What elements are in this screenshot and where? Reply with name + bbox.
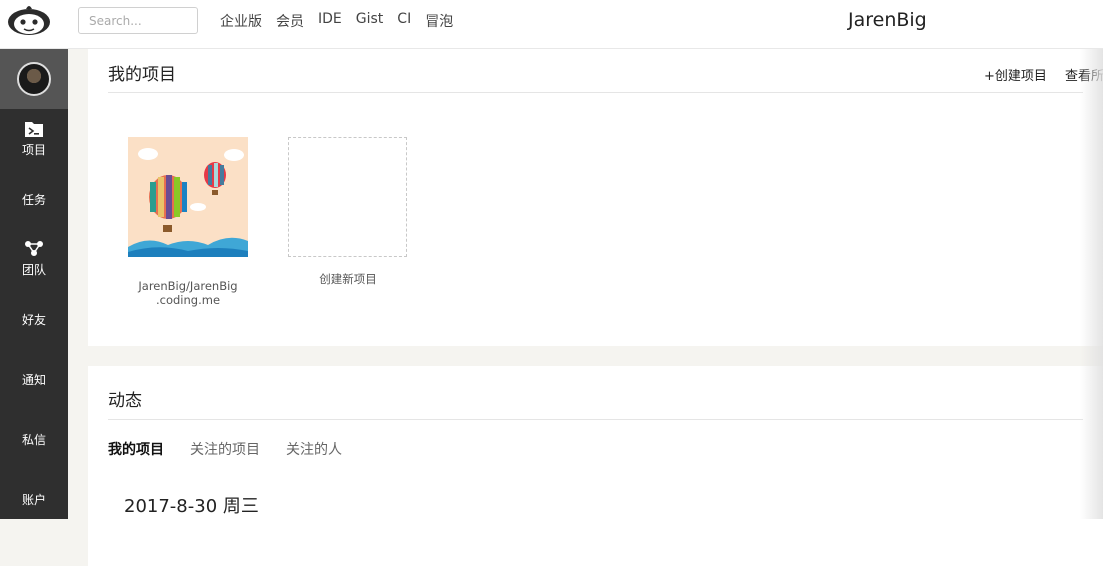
- nav-member-link[interactable]: 会员: [276, 11, 304, 31]
- project-name-line: JarenBig/JarenBig: [138, 279, 238, 293]
- sidebar-item-projects[interactable]: 项目: [0, 109, 68, 169]
- project-list: JarenBig/JarenBig .coding.me 创建新项目: [108, 93, 1083, 345]
- sidebar-item-label: 私信: [21, 432, 46, 447]
- sidebar-item-friends[interactable]: 好友: [0, 289, 68, 349]
- right-edge-shadow: [1080, 49, 1103, 519]
- sidebar-item-label: 好友: [21, 312, 46, 327]
- sidebar-item-account[interactable]: 账户: [0, 469, 68, 529]
- nav-bubble-link[interactable]: 冒泡: [425, 11, 453, 31]
- top-nav: 企业版 会员 IDE Gist CI 冒泡: [220, 11, 467, 31]
- nav-ide-link[interactable]: IDE: [318, 11, 342, 31]
- panel-header: 动态: [108, 366, 1083, 420]
- username-label[interactable]: JarenBig: [848, 9, 927, 31]
- sidebar: 项目 任务 团队 好友 通知 私信 账户: [0, 49, 68, 519]
- sidebar-item-team[interactable]: 团队: [0, 229, 68, 289]
- tab-my-projects[interactable]: 我的项目: [108, 439, 164, 459]
- search-input[interactable]: [78, 7, 198, 34]
- tab-followed-people[interactable]: 关注的人: [286, 439, 342, 459]
- new-project-card[interactable]: 创建新项目: [288, 137, 408, 286]
- sidebar-item-label: 项目: [21, 143, 46, 157]
- nav-enterprise-link[interactable]: 企业版: [220, 11, 262, 31]
- tab-followed-projects[interactable]: 关注的项目: [190, 439, 260, 459]
- coding-logo-icon[interactable]: [6, 3, 52, 37]
- team-icon: [25, 241, 43, 256]
- activity-date: 2017-8-30 周三: [124, 496, 259, 517]
- sidebar-item-label: 通知: [21, 372, 46, 387]
- project-thumbnail-balloon-icon[interactable]: [128, 137, 248, 257]
- avatar[interactable]: [17, 62, 51, 96]
- new-project-placeholder[interactable]: [288, 137, 407, 257]
- sidebar-item-notifications[interactable]: 通知: [0, 349, 68, 409]
- project-name[interactable]: JarenBig/JarenBig .coding.me: [128, 279, 248, 307]
- top-bar: 企业版 会员 IDE Gist CI 冒泡 JarenBig: [0, 0, 1103, 49]
- activity-tabs: 我的项目 关注的项目 关注的人: [108, 439, 1083, 459]
- sidebar-avatar-item[interactable]: [0, 49, 68, 109]
- sidebar-item-label: 任务: [21, 192, 46, 207]
- folder-icon: [25, 122, 43, 137]
- main-content: 我的项目 +创建项目 查看所: [88, 49, 1103, 566]
- panel-title: 我的项目: [108, 65, 176, 85]
- sidebar-item-label: 账户: [21, 492, 46, 507]
- sidebar-item-messages[interactable]: 私信: [0, 409, 68, 469]
- sidebar-item-label: 团队: [21, 263, 46, 277]
- sidebar-item-tasks[interactable]: 任务: [0, 169, 68, 229]
- panel-header: 我的项目 +创建项目 查看所: [108, 49, 1103, 93]
- nav-gist-link[interactable]: Gist: [356, 11, 384, 31]
- activity-panel: 动态 我的项目 关注的项目 关注的人 2017-8-30 周三: [88, 366, 1103, 566]
- my-projects-panel: 我的项目 +创建项目 查看所: [88, 49, 1103, 346]
- create-project-link[interactable]: +创建项目: [984, 69, 1047, 84]
- project-name-line: .coding.me: [155, 293, 221, 307]
- project-card[interactable]: JarenBig/JarenBig .coding.me: [128, 137, 248, 307]
- new-project-label[interactable]: 创建新项目: [288, 272, 408, 286]
- panel-title: 动态: [108, 391, 142, 411]
- nav-ci-link[interactable]: CI: [397, 11, 411, 31]
